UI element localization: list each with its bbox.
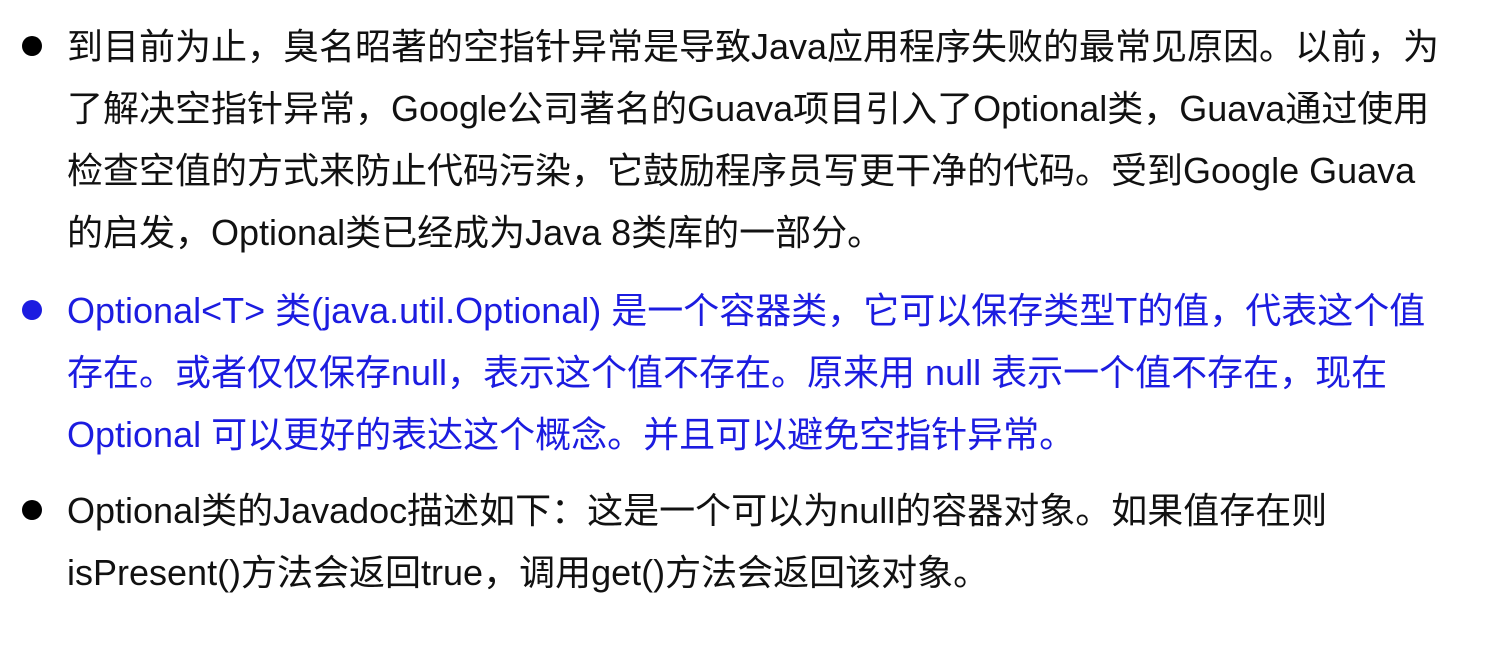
bullet-dot-icon — [22, 300, 42, 320]
slide: 到目前为止，臭名昭著的空指针异常是导致Java应用程序失败的最常见原因。以前，为… — [0, 0, 1494, 649]
bullet-text-1: 到目前为止，臭名昭著的空指针异常是导致Java应用程序失败的最常见原因。以前，为… — [67, 26, 1440, 253]
bullet-dot-icon — [22, 36, 42, 56]
bullet-item-2: Optional<T> 类(java.util.Optional) 是一个容器类… — [22, 280, 1444, 466]
bullet-dot-icon — [22, 500, 42, 520]
bullet-text-2: Optional<T> 类(java.util.Optional) 是一个容器类… — [67, 290, 1426, 455]
bullet-text-3: Optional类的Javadoc描述如下：这是一个可以为null的容器对象。如… — [67, 490, 1328, 593]
bullet-item-3: Optional类的Javadoc描述如下：这是一个可以为null的容器对象。如… — [22, 480, 1444, 604]
bullet-item-1: 到目前为止，臭名昭著的空指针异常是导致Java应用程序失败的最常见原因。以前，为… — [22, 16, 1444, 264]
